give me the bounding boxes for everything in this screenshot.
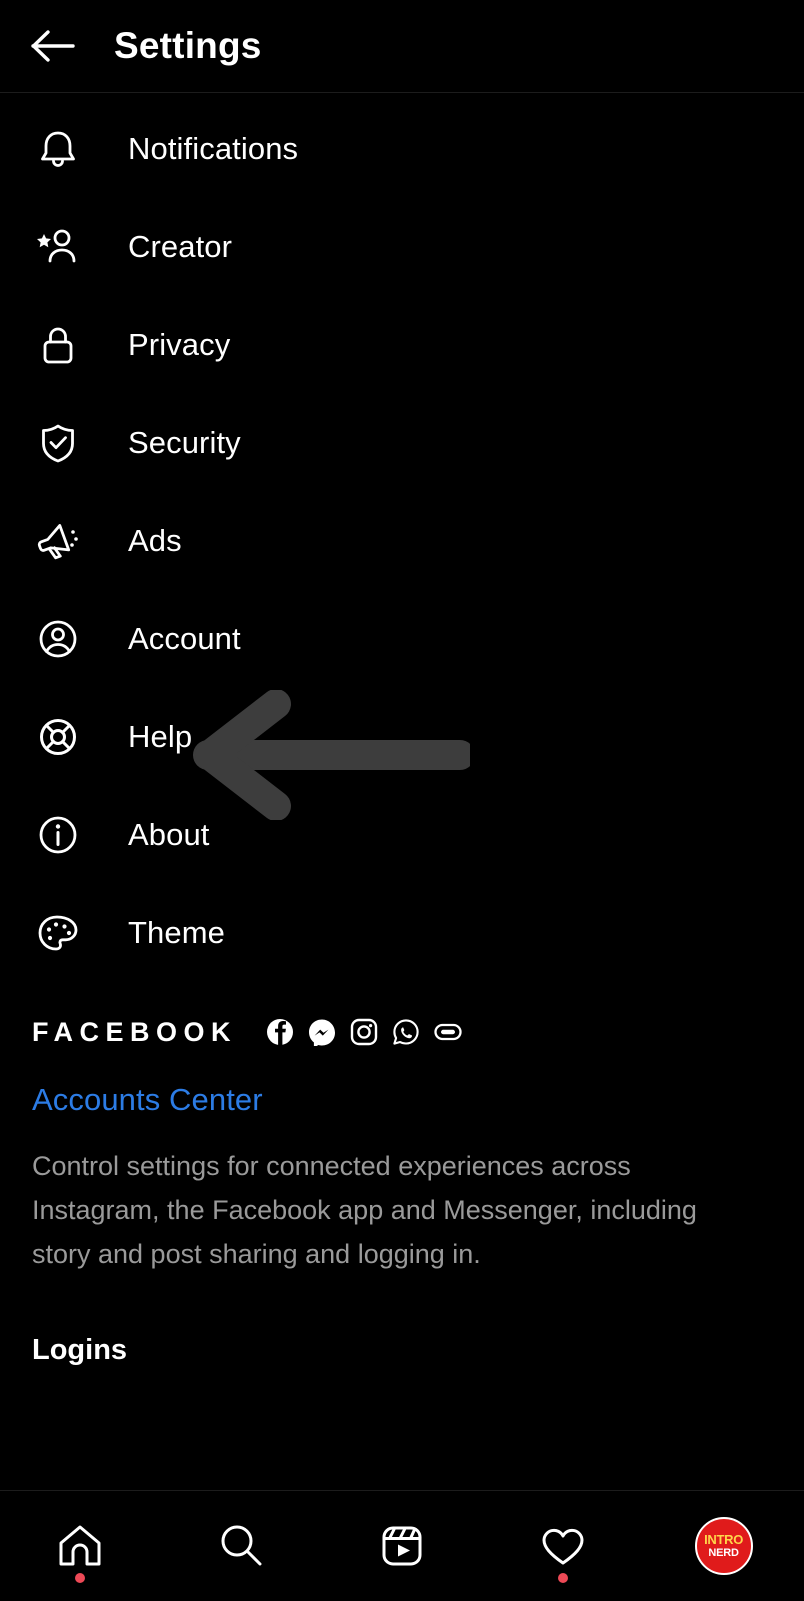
settings-item-help[interactable]: Help	[0, 688, 804, 786]
portal-icon	[433, 1017, 463, 1047]
settings-item-label: Creator	[128, 229, 233, 264]
settings-item-security[interactable]: Security	[0, 394, 804, 492]
heart-icon	[542, 1528, 584, 1564]
home-notification-dot	[75, 1572, 86, 1583]
nav-item-profile[interactable]: INTRO NERD	[669, 1491, 779, 1601]
settings-item-ads[interactable]: Ads	[0, 492, 804, 590]
account-circle-icon	[32, 613, 84, 665]
facebook-icon	[265, 1017, 295, 1047]
accounts-center-description: Control settings for connected experienc…	[32, 1151, 697, 1269]
settings-item-label: Notifications	[128, 131, 299, 166]
settings-item-label: Theme	[128, 915, 225, 950]
search-icon	[221, 1525, 262, 1565]
profile-avatar: INTRO NERD	[694, 1516, 753, 1575]
facebook-section: FACEBOOK Accounts Center Control setting…	[0, 1008, 804, 1367]
creator-star-person-icon	[32, 221, 84, 273]
facebook-app-icons	[265, 1017, 463, 1047]
facebook-brand-line: FACEBOOK	[32, 1008, 772, 1056]
shield-check-icon	[32, 417, 84, 469]
life-ring-icon	[32, 711, 84, 763]
megaphone-icon	[32, 515, 84, 567]
reels-icon	[382, 1526, 422, 1565]
avatar-top-text: INTRO	[704, 1531, 744, 1547]
settings-item-account[interactable]: Account	[0, 590, 804, 688]
settings-item-label: Help	[128, 719, 193, 754]
instagram-icon	[349, 1017, 379, 1047]
palette-icon	[32, 907, 84, 959]
settings-item-about[interactable]: About	[0, 786, 804, 884]
settings-item-label: Account	[128, 621, 241, 656]
back-button[interactable]	[16, 9, 90, 83]
settings-item-notifications[interactable]: Notifications	[0, 100, 804, 198]
accounts-center-link[interactable]: Accounts Center	[32, 1082, 772, 1118]
nav-item-search[interactable]	[186, 1491, 296, 1601]
settings-list: Notifications Creator Privacy Security A…	[0, 93, 804, 982]
header-bar: Settings	[0, 0, 804, 93]
nav-item-activity[interactable]	[508, 1491, 618, 1601]
home-icon	[59, 1525, 101, 1565]
bell-icon	[32, 123, 84, 175]
info-circle-icon	[32, 809, 84, 861]
whatsapp-icon	[391, 1017, 421, 1047]
nav-item-home[interactable]	[25, 1491, 135, 1601]
page-title: Settings	[114, 25, 262, 66]
lock-icon	[32, 319, 84, 371]
bottom-navigation-bar: INTRO NERD	[0, 1490, 804, 1600]
logins-heading: Logins	[32, 1334, 128, 1366]
nav-item-reels[interactable]	[347, 1491, 457, 1601]
avatar-bottom-text: NERD	[708, 1546, 739, 1559]
arrow-left-icon	[31, 30, 75, 62]
settings-item-privacy[interactable]: Privacy	[0, 296, 804, 394]
activity-notification-dot	[557, 1572, 568, 1583]
settings-item-creator[interactable]: Creator	[0, 198, 804, 296]
settings-item-label: Ads	[128, 523, 182, 558]
messenger-icon	[307, 1017, 337, 1047]
settings-item-label: About	[128, 817, 210, 852]
settings-item-theme[interactable]: Theme	[0, 884, 804, 982]
settings-item-label: Security	[128, 425, 241, 460]
settings-item-label: Privacy	[128, 327, 231, 362]
facebook-wordmark: FACEBOOK	[32, 1016, 238, 1047]
